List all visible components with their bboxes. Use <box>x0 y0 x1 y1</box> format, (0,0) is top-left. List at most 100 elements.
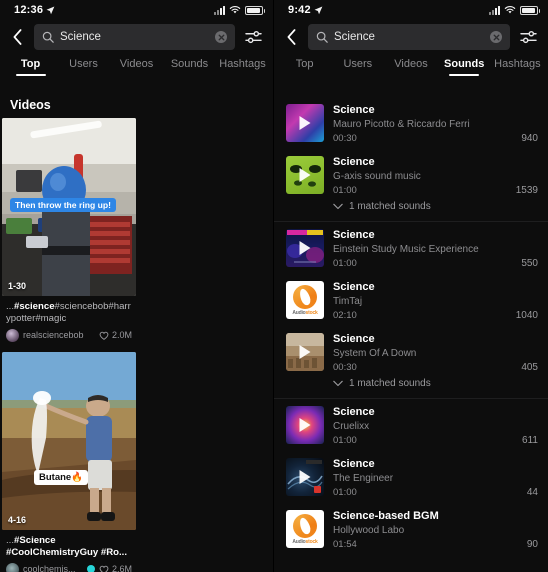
tab-top-right[interactable]: Top <box>278 56 331 70</box>
sound-artist: Einstein Study Music Experience <box>333 244 479 255</box>
sound-artwork[interactable] <box>286 406 324 444</box>
tab-users-right[interactable]: Users <box>331 56 384 70</box>
sound-artist: The Engineer <box>333 473 394 484</box>
status-bar-left: 12:36 <box>0 0 273 20</box>
heart-icon <box>99 565 109 572</box>
tab-label: Sounds <box>170 58 209 70</box>
sound-duration: 00:30 <box>333 362 357 373</box>
tab-label: Videos <box>119 58 154 70</box>
matched-sounds-toggle[interactable]: 1 matched sounds <box>274 378 548 398</box>
sound-artwork[interactable] <box>286 156 324 194</box>
video-card[interactable]: Butane🔥 4-16 ...#Science #CoolChemistryG… <box>2 351 136 572</box>
video-caption: ...#Science #CoolChemistryGuy #Ro... <box>2 530 136 561</box>
status-time-right: 9:42 <box>288 4 323 16</box>
video-thumbnail[interactable]: Butane🔥 4-16 <box>2 351 136 530</box>
tab-label: Videos <box>394 58 428 70</box>
sound-artwork[interactable]: Audiostock <box>286 281 324 319</box>
avatar[interactable] <box>6 562 19 572</box>
audiostock-wordmark: Audiostock <box>292 310 318 316</box>
audiostock-wordmark: Audiostock <box>292 539 318 545</box>
clear-search-button-left[interactable] <box>215 31 227 43</box>
verified-badge-icon <box>86 565 95 572</box>
left-screen: 12:36 Science Top Users Videos Sounds Ha… <box>0 0 274 572</box>
sound-duration: 01:00 <box>333 258 357 269</box>
sound-artist: System Of A Down <box>333 348 417 359</box>
video-duration: 1-30 <box>8 281 27 291</box>
sound-artwork[interactable] <box>286 333 324 371</box>
sound-artwork[interactable] <box>286 104 324 142</box>
sound-row[interactable]: Science Mauro Picotto & Riccardo Ferri 0… <box>274 97 548 149</box>
tab-label: Hashtags <box>494 58 541 70</box>
clear-search-button-right[interactable] <box>490 31 502 43</box>
tab-sounds-left[interactable]: Sounds <box>163 56 216 70</box>
sound-usage-count: 1539 <box>515 185 538 196</box>
caption-hashtag[interactable]: #Science <box>14 535 56 546</box>
close-icon <box>493 34 499 40</box>
caption-hashtag[interactable]: #science <box>14 301 55 312</box>
caption-rest: #CoolChemistryGuy #Ro... <box>6 546 128 558</box>
sound-row[interactable]: Science The Engineer 01:00 44 <box>274 451 548 503</box>
tab-videos-left[interactable]: Videos <box>110 56 163 70</box>
video-username[interactable]: realsciencebob <box>23 330 95 340</box>
cellular-signal-icon <box>489 5 500 15</box>
sound-duration: 01:00 <box>333 185 357 196</box>
tab-hashtags-left[interactable]: Hashtags <box>216 56 269 70</box>
location-arrow-icon <box>314 6 323 14</box>
sound-artwork[interactable] <box>286 458 324 496</box>
search-icon <box>42 31 54 43</box>
video-username[interactable]: coolchemis... <box>23 564 83 572</box>
sound-artwork[interactable]: Audiostock <box>286 510 324 548</box>
video-meta: coolchemis... 2.6M <box>2 561 136 572</box>
sound-row[interactable]: Science Cruelixx 01:00 611 <box>274 399 548 451</box>
sound-artwork[interactable] <box>286 229 324 267</box>
play-icon <box>299 116 311 130</box>
play-icon <box>299 418 311 432</box>
close-icon <box>218 34 224 40</box>
battery-icon <box>520 5 540 15</box>
sound-duration: 02:10 <box>333 310 357 321</box>
sound-row[interactable]: Science G-axis sound music 01:00 1539 <box>274 149 548 201</box>
back-button-right[interactable] <box>280 24 302 50</box>
tab-videos-right[interactable]: Videos <box>384 56 437 70</box>
video-card[interactable]: Then throw the ring up! 1-30 ...#science… <box>2 118 136 350</box>
tab-label: Users <box>69 58 98 70</box>
filter-button-right[interactable] <box>516 24 540 50</box>
tab-sounds-right[interactable]: Sounds <box>438 56 491 76</box>
tab-hashtags-right[interactable]: Hashtags <box>491 56 544 70</box>
sound-row[interactable]: Science Einstein Study Music Experience … <box>274 222 548 274</box>
sound-usage-count: 550 <box>521 258 538 269</box>
cellular-signal-icon <box>214 5 225 15</box>
back-button-left[interactable] <box>6 24 28 50</box>
search-input-left[interactable]: Science <box>34 24 235 50</box>
sound-info: Science G-axis sound music 01:00 1539 <box>333 156 538 196</box>
tab-label: Sounds <box>444 58 485 70</box>
sound-row[interactable]: Science System Of A Down 00:30 405 <box>274 326 548 378</box>
tab-top-left[interactable]: Top <box>4 56 57 76</box>
like-count: 2.6M <box>111 564 132 572</box>
sound-title: Science <box>333 333 375 345</box>
tab-label: Top <box>295 58 314 70</box>
tab-users-left[interactable]: Users <box>57 56 110 70</box>
screenshot-root: 12:36 Science Top Users Videos Sounds Ha… <box>0 0 548 572</box>
sound-row[interactable]: Audiostock Science TimTaj 02:10 1040 <box>274 274 548 326</box>
chevron-left-icon <box>287 29 295 45</box>
sound-info: Science The Engineer 01:00 44 <box>333 458 538 498</box>
video-duration: 4-16 <box>8 514 27 525</box>
search-icon <box>316 31 328 43</box>
video-thumbnail[interactable]: Then throw the ring up! 1-30 <box>2 118 136 296</box>
sound-info: Science Cruelixx 01:00 611 <box>333 406 538 446</box>
status-time-label: 12:36 <box>14 4 44 16</box>
sound-row[interactable]: Audiostock Science-based BGM Hollywood L… <box>274 503 548 555</box>
like-count-group: 2.6M <box>99 564 132 572</box>
sliders-icon <box>519 30 537 43</box>
wifi-icon <box>229 6 241 14</box>
sound-title: Science <box>333 458 375 470</box>
avatar[interactable] <box>6 328 19 342</box>
search-query-left: Science <box>60 31 101 43</box>
matched-sounds-label: 1 matched sounds <box>349 378 431 389</box>
filter-button-left[interactable] <box>241 24 265 50</box>
sound-artist: Cruelixx <box>333 421 370 432</box>
matched-sounds-toggle[interactable]: 1 matched sounds <box>274 201 548 221</box>
search-input-right[interactable]: Science <box>308 24 510 50</box>
sound-usage-count: 405 <box>521 362 538 373</box>
